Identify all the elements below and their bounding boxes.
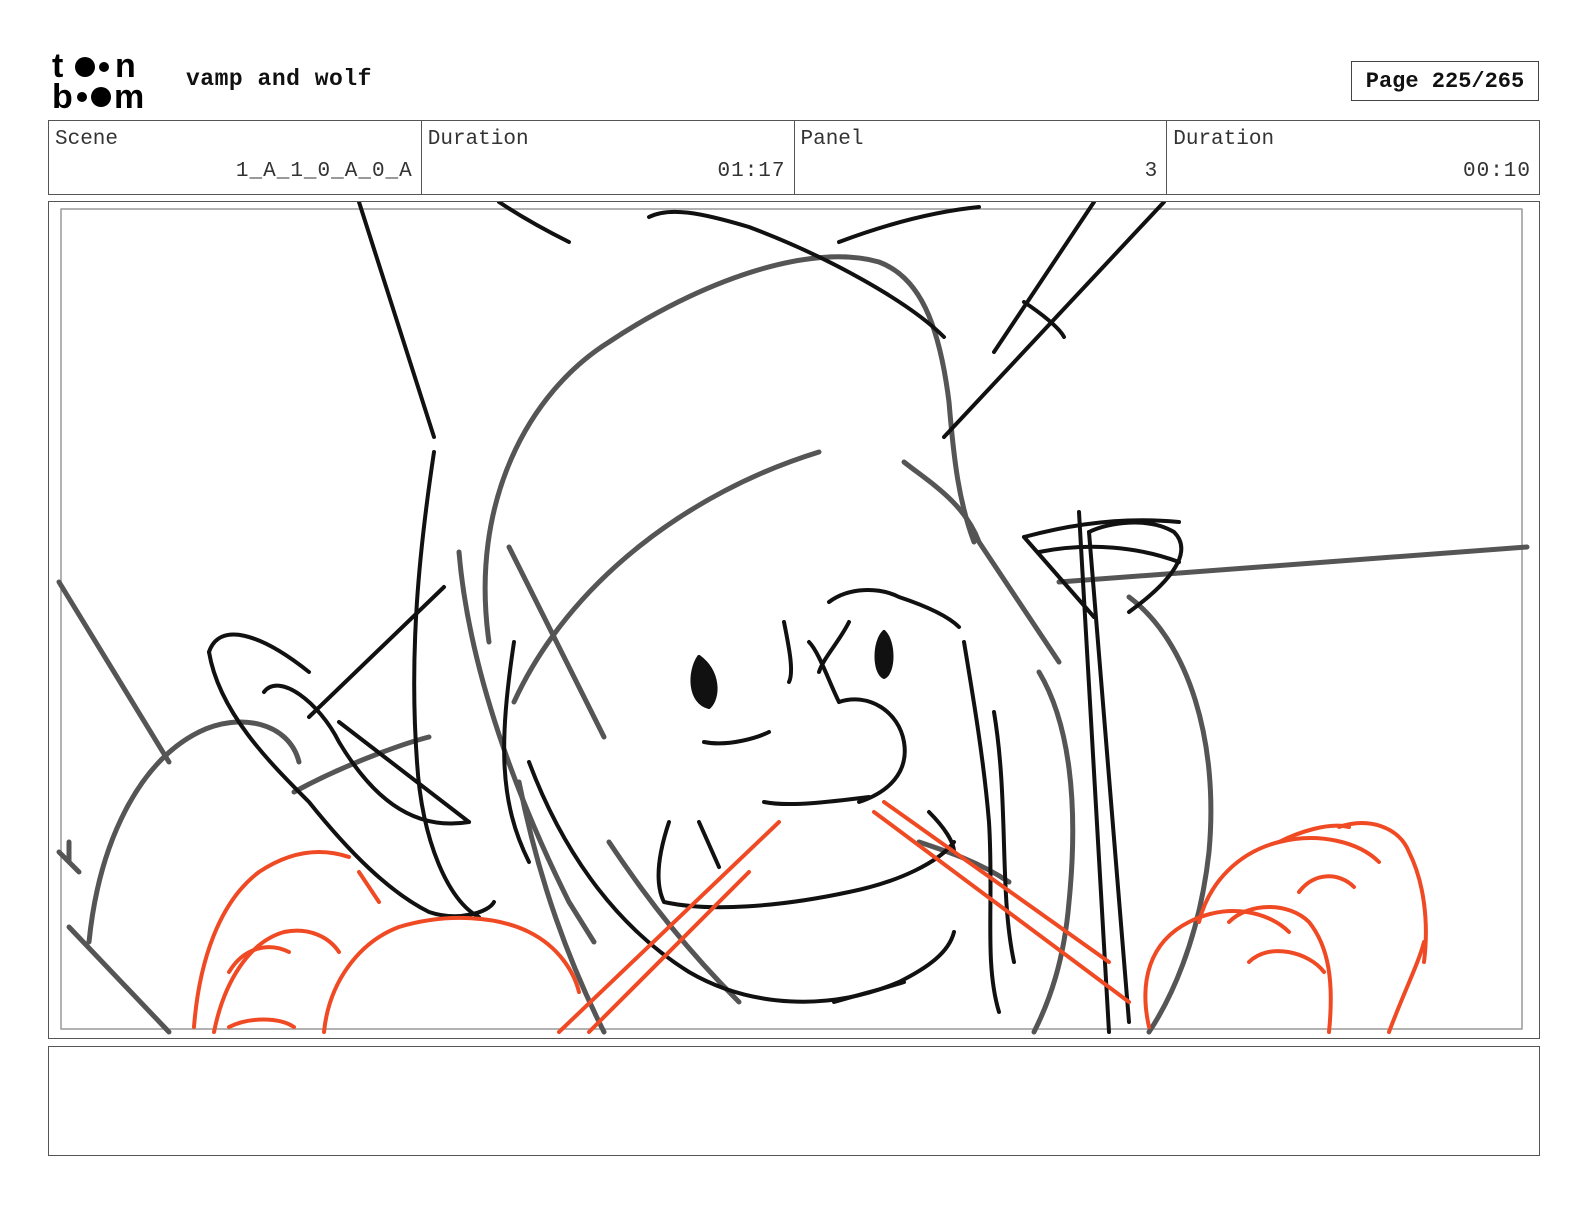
page-number-badge: Page 225/265: [1351, 61, 1539, 101]
project-title: vamp and wolf: [186, 66, 372, 92]
svg-text:b: b: [52, 78, 73, 112]
scene-duration-value: 01:17: [717, 160, 786, 183]
storyboard-sketch-image: [56, 202, 1530, 1035]
panel-duration-label: Duration: [1173, 128, 1275, 151]
panel-label: Panel: [800, 128, 864, 151]
storyboard-panel: [48, 201, 1540, 1039]
scene-info-table: Scene 1_A_1_0_A_0_A Duration 01:17 Panel…: [48, 120, 1540, 195]
scene-duration-cell: Duration 01:17: [422, 121, 795, 194]
panel-value: 3: [1144, 160, 1159, 183]
scene-value: 1_A_1_0_A_0_A: [235, 160, 413, 183]
page-number-label: Page 225/265: [1365, 68, 1525, 94]
toon-boom-logo: t n b m: [52, 50, 164, 112]
panel-notes-box: [48, 1046, 1540, 1156]
scene-duration-label: Duration: [427, 128, 529, 151]
panel-duration-cell: Duration 00:10: [1167, 121, 1539, 194]
scene-cell: Scene 1_A_1_0_A_0_A: [49, 121, 422, 194]
scene-label: Scene: [55, 128, 119, 151]
panel-duration-value: 00:10: [1462, 160, 1531, 183]
svg-text:m: m: [114, 78, 144, 112]
toon-boom-logo-icon: t n b m: [52, 50, 144, 112]
panel-cell: Panel 3: [795, 121, 1168, 194]
